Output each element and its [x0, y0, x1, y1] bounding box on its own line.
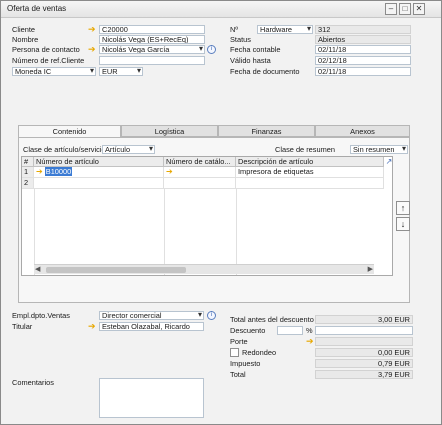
clase-resumen-label: Clase de resumen [275, 145, 335, 154]
nombre-field[interactable]: Nicolás Vega (ES+RecEq) [99, 35, 205, 44]
clase-articulo-label: Clase de artículo/servicio [23, 145, 106, 154]
ref-cliente-field[interactable] [99, 56, 205, 65]
table-row-catalogo[interactable]: ➔ [164, 167, 236, 178]
numero-label: Nº [230, 25, 239, 34]
titular-label: Titular [12, 322, 33, 331]
maximize-icon[interactable]: □ [399, 3, 411, 15]
tab-finanzas[interactable]: Finanzas [218, 125, 315, 137]
valido-hasta-label: Válido hasta [230, 56, 271, 65]
ref-cliente-label: Número de ref.Cliente [12, 56, 85, 65]
info-icon[interactable]: i [207, 45, 216, 54]
cliente-label: Cliente [12, 25, 36, 34]
link-arrow-icon[interactable]: ➔ [88, 45, 96, 54]
window-title: Oferta de ventas [7, 4, 67, 13]
column-divider [236, 189, 237, 275]
close-icon[interactable]: ✕ [413, 3, 425, 15]
scroll-right-icon[interactable]: ▶ [368, 265, 373, 274]
empl-ventas-select[interactable]: Director comercial [99, 311, 204, 320]
table-row-descripcion[interactable] [236, 178, 384, 189]
total-value: 3,79 EUR [315, 370, 413, 379]
redondeo-label: Redondeo [242, 348, 277, 357]
status-field: Abiertos [315, 35, 411, 44]
valido-hasta-field[interactable]: 02/12/18 [315, 56, 411, 65]
numero-field: 312 [315, 25, 411, 34]
descuento-label: Descuento [230, 326, 266, 335]
clase-resumen-select[interactable]: Sin resumen [350, 145, 408, 154]
cliente-field[interactable]: C20000 [99, 25, 205, 34]
moneda-select[interactable]: EUR [99, 67, 143, 76]
scrollbar-thumb[interactable] [46, 267, 186, 273]
descuento-value[interactable] [315, 326, 413, 335]
fecha-documento-label: Fecha de documento [230, 67, 300, 76]
link-arrow-icon[interactable]: ➔ [88, 25, 96, 34]
titular-field[interactable]: Esteban Olazabal, Ricardo [99, 322, 204, 331]
articulo-cell-value[interactable]: B10000 [44, 167, 73, 176]
total-antes-value: 3,00 EUR [315, 315, 413, 324]
info-icon[interactable]: i [207, 311, 216, 320]
status-label: Status [230, 35, 251, 44]
fecha-contable-label: Fecha contable [230, 45, 281, 54]
fecha-documento-field[interactable]: 02/11/18 [315, 67, 411, 76]
redondeo-value: 0,00 EUR [315, 348, 413, 357]
tab-logistica[interactable]: Logística [121, 125, 218, 137]
empl-ventas-label: Empl.dpto.Ventas [12, 311, 70, 320]
link-arrow-icon[interactable]: ➔ [88, 322, 96, 331]
comentarios-textarea[interactable] [99, 378, 204, 418]
items-table: # Número de artículo Número de catálo...… [21, 156, 393, 276]
moneda-type-select[interactable]: Moneda IC [12, 67, 96, 76]
move-row-up-button[interactable]: ↑ [396, 201, 410, 215]
table-row-articulo[interactable]: ➔ B10000 [34, 167, 164, 178]
impuesto-value: 0,79 EUR [315, 359, 413, 368]
minimize-icon[interactable]: – [385, 3, 397, 15]
row-number: 2 [22, 178, 34, 189]
column-divider [34, 189, 35, 275]
total-antes-label: Total antes del descuento [230, 315, 314, 324]
document-tabs: Contenido Logística Finanzas Anexos [18, 125, 410, 138]
link-arrow-icon[interactable]: ➔ [166, 167, 173, 176]
column-divider [164, 189, 165, 275]
clase-articulo-select[interactable]: Artículo [102, 145, 155, 154]
column-header-descripcion[interactable]: Descripción de artículo [236, 157, 384, 167]
fecha-contable-field[interactable]: 02/11/18 [315, 45, 411, 54]
series-select[interactable]: Hardware [257, 25, 313, 34]
expand-icon[interactable]: ↗ [384, 157, 392, 167]
comentarios-label: Comentarios [12, 378, 54, 387]
impuesto-label: Impuesto [230, 359, 261, 368]
title-bar: Oferta de ventas – □ ✕ [1, 1, 441, 18]
table-row-descripcion[interactable]: Impresora de etiquetas [236, 167, 384, 178]
column-header-number[interactable]: # [22, 157, 34, 167]
tab-anexos[interactable]: Anexos [315, 125, 410, 137]
persona-contacto-label: Persona de contacto [12, 45, 80, 54]
table-row-articulo[interactable] [34, 178, 164, 189]
column-header-articulo[interactable]: Número de artículo [34, 157, 164, 167]
total-label: Total [230, 370, 246, 379]
table-row-catalogo[interactable] [164, 178, 236, 189]
horizontal-scrollbar[interactable]: ◀ ▶ [34, 264, 374, 274]
link-arrow-icon[interactable]: ➔ [306, 337, 314, 346]
move-row-down-button[interactable]: ↓ [396, 217, 410, 231]
percent-symbol: % [306, 326, 313, 335]
column-header-catalogo[interactable]: Número de catálo... [164, 157, 236, 167]
link-arrow-icon[interactable]: ➔ [36, 167, 43, 176]
persona-contacto-select[interactable]: Nicolás Vega García [99, 45, 205, 54]
nombre-label: Nombre [12, 35, 39, 44]
porte-value [315, 337, 413, 346]
sales-quotation-window: Oferta de ventas – □ ✕ Cliente ➔ C20000 … [0, 0, 442, 425]
porte-label: Porte [230, 337, 248, 346]
row-number: 1 [22, 167, 34, 178]
redondeo-checkbox[interactable] [230, 348, 239, 357]
descuento-percent-field[interactable] [277, 326, 303, 335]
scroll-left-icon[interactable]: ◀ [35, 265, 40, 274]
